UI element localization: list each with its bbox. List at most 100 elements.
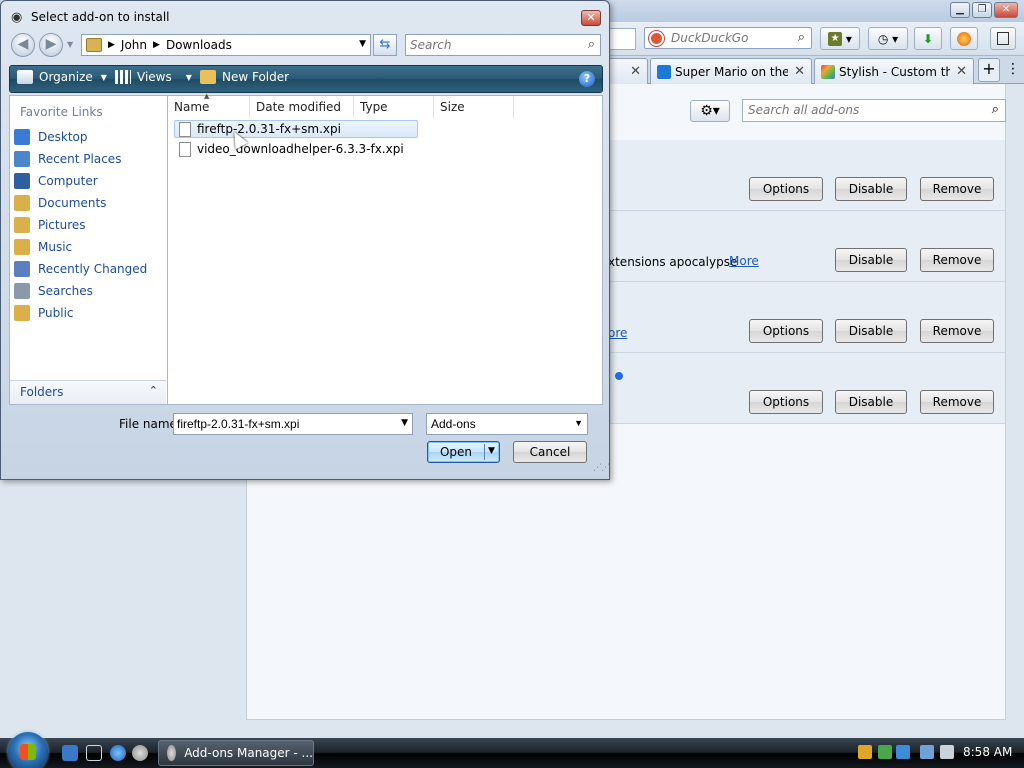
tab-super-mario[interactable]: Super Mario on the ... ✕ [650, 58, 812, 84]
file-item[interactable]: video_downloadhelper-6.3.3-fx.xpi [174, 140, 405, 158]
disable-button[interactable]: Disable [835, 390, 907, 414]
show-desktop-icon[interactable] [62, 745, 78, 761]
column-header-size[interactable]: Size [434, 96, 514, 118]
security-shield-icon[interactable] [858, 745, 872, 759]
folders-toggle[interactable]: Folders ⌃ [10, 380, 166, 404]
tab-close-icon[interactable]: ✕ [794, 64, 805, 79]
browser-search-box[interactable]: ⌕ [644, 27, 812, 49]
breadcrumb-separator-icon[interactable]: ▶ [153, 40, 160, 50]
disable-button[interactable]: Disable [835, 248, 907, 272]
forward-button[interactable]: ▶ [39, 33, 63, 57]
file-item[interactable]: fireftp-2.0.31-fx+sm.xpi [174, 120, 418, 138]
forward-arrow-icon: ▶ [45, 36, 57, 52]
column-header-type[interactable]: Type [354, 96, 434, 118]
file-name-field[interactable]: ▼ [173, 413, 413, 435]
downloads-button[interactable]: ⬇ [914, 27, 942, 50]
tab-close-icon[interactable]: ✕ [956, 64, 967, 79]
search-icon[interactable]: ⌕ [588, 37, 595, 52]
firefox-menu-button[interactable] [950, 27, 978, 50]
taskbar-item-label: Add-ons Manager - ... [184, 746, 313, 760]
new-tab-button[interactable]: + [978, 58, 1000, 82]
more-link[interactable]: ore [608, 326, 627, 340]
dialog-search-input[interactable] [410, 38, 570, 52]
favorite-link-pictures[interactable]: Pictures [14, 217, 86, 233]
update-icon[interactable] [896, 745, 910, 759]
dialog-search-box[interactable]: ⌕ [405, 34, 601, 56]
chevron-down-icon[interactable]: ▼ [401, 418, 408, 428]
back-button[interactable]: ◀ [11, 33, 35, 57]
addons-search-box[interactable]: ⌕ [742, 99, 1006, 122]
firefox-icon [957, 31, 971, 46]
more-link[interactable]: More [729, 254, 759, 268]
dialog-close-button[interactable]: ✕ [581, 10, 601, 26]
addons-search-input[interactable] [748, 103, 978, 117]
favorite-link-recent-places[interactable]: Recent Places [14, 151, 121, 167]
favorite-link-computer[interactable]: Computer [14, 173, 98, 189]
cancel-button[interactable]: Cancel [513, 441, 587, 463]
clock-icon: ◷ [877, 31, 889, 46]
options-button[interactable]: Options [749, 177, 823, 201]
network-icon[interactable] [920, 745, 934, 759]
remove-button[interactable]: Remove [920, 248, 994, 272]
breadcrumb-item-john[interactable]: John [121, 38, 147, 52]
column-header-date-modified[interactable]: Date modified [250, 96, 354, 118]
file-type-value: Add-ons [431, 417, 476, 431]
disable-button[interactable]: Disable [835, 177, 907, 201]
favorite-link-public[interactable]: Public [14, 305, 74, 321]
options-button[interactable]: Options [749, 390, 823, 414]
tab-stylish[interactable]: Stylish - Custom the... ✕ [814, 58, 974, 84]
favorite-link-desktop[interactable]: Desktop [14, 129, 88, 145]
disable-button[interactable]: Disable [835, 319, 907, 343]
remove-button[interactable]: Remove [920, 177, 994, 201]
remove-button[interactable]: Remove [920, 390, 994, 414]
tab-close-icon[interactable]: ✕ [630, 64, 641, 79]
search-icon[interactable]: ⌕ [992, 102, 999, 117]
refresh-button[interactable]: ⇆ [373, 34, 397, 56]
minimize-button[interactable]: ▁ [950, 2, 970, 18]
organize-menu[interactable]: Organize ▼ [17, 70, 107, 84]
favorite-link-music[interactable]: Music [14, 239, 72, 255]
file-name-input[interactable] [177, 417, 389, 431]
help-icon[interactable]: ? [579, 71, 595, 87]
history-button[interactable]: ◷ ▾ [868, 27, 908, 50]
chevron-up-icon[interactable]: ⌃ [149, 384, 158, 397]
breadcrumb-separator-icon[interactable]: ▶ [108, 40, 115, 50]
clock[interactable]: 8:58 AM [963, 745, 1012, 759]
app-quicklaunch-icon[interactable] [132, 745, 148, 761]
open-button[interactable]: Open ▼ [427, 441, 500, 463]
tab-addons[interactable]: ✕ [606, 58, 648, 84]
panel-button[interactable] [990, 27, 1016, 50]
file-name-label: File name: [119, 417, 181, 431]
volume-muted-icon[interactable] [940, 745, 954, 759]
searches-icon [14, 283, 30, 299]
favorite-link-recently-changed[interactable]: Recently Changed [14, 261, 147, 277]
organize-label: Organize [39, 70, 93, 84]
close-window-button[interactable]: ✕ [994, 2, 1018, 18]
file-type-select[interactable]: Add-ons ▼ [426, 413, 588, 435]
start-button[interactable] [8, 732, 48, 768]
taskbar-item-addons-manager[interactable]: Add-ons Manager - ... [158, 740, 314, 766]
restore-button[interactable]: ❐ [972, 2, 992, 18]
open-dropdown-icon[interactable]: ▼ [488, 446, 495, 456]
favorite-link-searches[interactable]: Searches [14, 283, 93, 299]
tools-gear-button[interactable]: ⚙▾ [690, 100, 730, 122]
network-status-icon[interactable] [878, 745, 892, 759]
switch-windows-icon[interactable] [86, 745, 102, 761]
new-folder-button[interactable]: New Folder [200, 70, 289, 84]
favorite-link-documents[interactable]: Documents [14, 195, 106, 211]
bookmarks-button[interactable]: ★ ▾ [820, 27, 860, 50]
options-button[interactable]: Options [749, 319, 823, 343]
chevron-down-icon[interactable]: ▼ [574, 418, 583, 428]
recent-pages-dropdown[interactable]: ▼ [67, 40, 73, 49]
views-menu[interactable]: Views ▼ [115, 70, 192, 84]
resize-grip-icon[interactable]: ⋰⋰ [593, 463, 610, 473]
tab-list-button[interactable]: ⋮ [1004, 58, 1022, 82]
search-icon[interactable]: ⌕ [798, 30, 805, 45]
column-header-name[interactable]: ▲ Name [168, 92, 250, 118]
breadcrumb-item-downloads[interactable]: Downloads [166, 38, 232, 52]
breadcrumb[interactable]: ▶ John ▶ Downloads ▼ [81, 34, 371, 56]
internet-explorer-icon[interactable] [110, 745, 126, 761]
remove-button[interactable]: Remove [920, 319, 994, 343]
browser-search-input[interactable] [671, 30, 789, 46]
breadcrumb-dropdown-icon[interactable]: ▼ [359, 39, 366, 49]
